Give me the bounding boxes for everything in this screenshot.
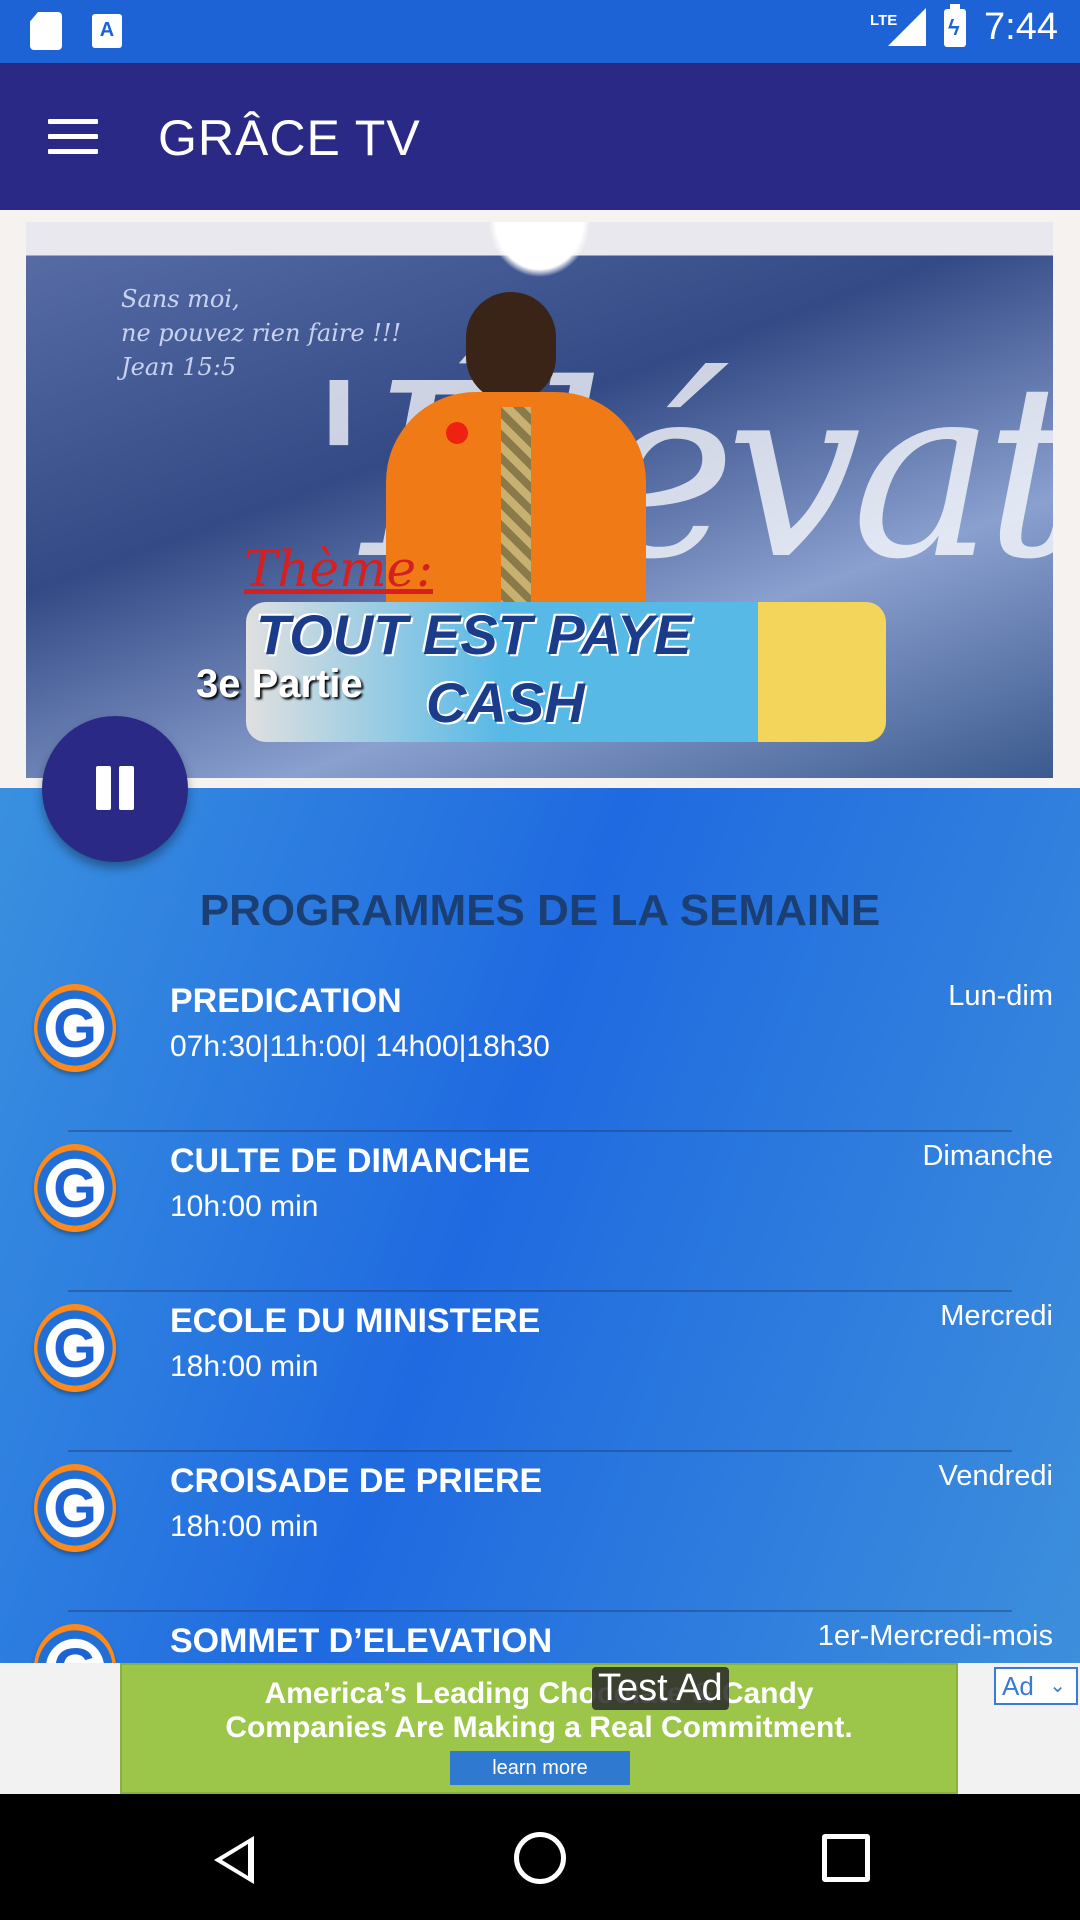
grace-logo-icon: G — [34, 1464, 116, 1552]
program-day: Dimanche — [922, 1140, 1053, 1172]
video-title-line2: CASH — [426, 671, 585, 734]
home-icon[interactable] — [514, 1832, 566, 1884]
status-bar: A LTE ϟ 7:44 — [0, 0, 1080, 63]
program-name: PREDICATION — [170, 982, 402, 1020]
back-icon[interactable] — [214, 1836, 254, 1884]
schedule-title: PROGRAMMES DE LA SEMAINE — [199, 886, 881, 935]
app-title: GRÂCE TV — [158, 110, 421, 166]
program-name: CULTE DE DIMANCHE — [170, 1142, 531, 1180]
program-day: 1er-Mercredi-mois — [817, 1620, 1053, 1652]
ad-learn-more-button[interactable]: learn more — [450, 1751, 630, 1785]
video-player[interactable]: Sans moi, ne pouvez rien faire !!! Jean … — [26, 222, 1053, 778]
program-time: 07h:30|11h:00| 14h00|18h30 — [170, 1030, 550, 1063]
app-notification-icon: A — [92, 14, 122, 48]
ad-line1: America’s Leading Chocolate & Candy — [264, 1677, 814, 1710]
grace-logo-icon: G — [34, 1304, 116, 1392]
microphone-icon — [446, 422, 468, 444]
battery-charging-icon: ϟ — [944, 3, 967, 47]
signal-icon: LTE — [870, 7, 927, 48]
ad-area: America’s Leading Chocolate & Candy Comp… — [0, 1663, 1080, 1794]
program-day: Mercredi — [940, 1300, 1053, 1332]
grace-logo-icon: G — [34, 1144, 116, 1232]
program-time: 18h:00 min — [170, 1350, 319, 1383]
program-item[interactable]: G SOMMET D’ELEVATION 1er-Mercredi-mois — [0, 1612, 1080, 1663]
grace-logo-icon: G — [34, 984, 116, 1072]
sd-card-icon — [30, 12, 62, 50]
program-time: 10h:00 min — [170, 1190, 319, 1223]
schedule-panel: PROGRAMMES DE LA SEMAINE G PREDICATION 0… — [0, 788, 1080, 1663]
pause-icon — [96, 766, 111, 810]
program-item[interactable]: G CROISADE DE PRIERE 18h:00 min Vendredi — [0, 1452, 1080, 1612]
program-name: CROISADE DE PRIERE — [170, 1462, 543, 1500]
program-time: 18h:00 min — [170, 1510, 319, 1543]
program-day: Vendredi — [938, 1460, 1054, 1492]
test-ad-label: Test Ad — [592, 1667, 729, 1710]
clock: 7:44 — [984, 6, 1058, 48]
chevron-down-icon: ⌄ — [1049, 1675, 1066, 1697]
video-part-label: 3e Partie — [196, 662, 363, 706]
navigation-bar — [0, 1794, 1080, 1920]
program-item[interactable]: G PREDICATION 07h:30|11h:00| 14h00|18h30… — [0, 972, 1080, 1132]
video-container: Sans moi, ne pouvez rien faire !!! Jean … — [0, 210, 1080, 788]
grace-logo-icon: G — [34, 1624, 116, 1663]
ad-banner[interactable]: America’s Leading Chocolate & Candy Comp… — [120, 1663, 1078, 1794]
hamburger-menu-icon[interactable] — [48, 119, 98, 155]
recent-apps-icon[interactable] — [822, 1834, 870, 1882]
program-item[interactable]: G ECOLE DU MINISTERE 18h:00 min Mercredi — [0, 1292, 1080, 1452]
program-name: SOMMET D’ELEVATION — [170, 1622, 553, 1660]
ad-choices-chip[interactable]: Ad ⌄ — [994, 1667, 1078, 1705]
ad-line2: Companies Are Making a Real Commitment. — [225, 1711, 853, 1744]
app-bar: GRÂCE TV — [0, 63, 1080, 210]
video-theme-label: Thème: — [244, 540, 433, 598]
program-name: ECOLE DU MINISTERE — [170, 1302, 541, 1340]
video-title-line1: TOUT EST PAYE — [256, 603, 692, 666]
program-day: Lun-dim — [948, 980, 1053, 1012]
pause-button[interactable] — [42, 716, 188, 862]
program-item[interactable]: G CULTE DE DIMANCHE 10h:00 min Dimanche — [0, 1132, 1080, 1292]
